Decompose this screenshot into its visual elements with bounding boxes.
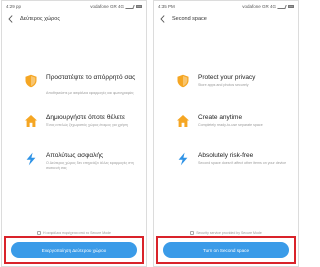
feature-description: Ο Δεύτερος χώρος δεν επηρεάζει άλλες εφα… xyxy=(46,161,134,170)
lightning-icon xyxy=(24,152,38,166)
top-bar: Second space xyxy=(154,12,298,25)
feature-description: Ένας εντελώς ξεχωριστός χώρος έτοιμος γι… xyxy=(46,123,128,127)
lightning-icon xyxy=(176,152,190,166)
battery-icon xyxy=(288,5,294,8)
top-bar: Δεύτερος χώρος xyxy=(2,12,146,25)
feature-description: Store apps and photos securely xyxy=(198,83,249,87)
home-icon xyxy=(176,114,190,128)
feature-create: Δημιουργήστε όποτε θέλετε Ένας εντελώς ξ… xyxy=(2,114,146,144)
feature-safe: Απολύτως ασφαλής Ο Δεύτερος χώρος δεν επ… xyxy=(2,152,146,182)
checkbox-icon[interactable] xyxy=(190,231,195,235)
feature-title: Absolutely risk-free xyxy=(198,152,254,159)
shield-icon xyxy=(24,74,38,88)
right-screen: 4:35 PM vodafone GR 4G Second space Prot… xyxy=(153,0,299,267)
checkbox-icon[interactable] xyxy=(37,231,42,235)
security-note-text: Η ασφάλεια παρέχεται από το Secure Mode xyxy=(43,231,111,235)
back-arrow-icon[interactable] xyxy=(159,14,166,23)
feature-description: Completely ready-to-use separate space xyxy=(198,123,263,127)
feature-safe: Absolutely risk-free Second space doesn'… xyxy=(154,152,298,182)
security-note-text: Security service provided by Secure Mode xyxy=(196,231,262,235)
turn-on-second-space-button[interactable]: Ενεργοποίηση Δεύτερου χώρου xyxy=(11,242,137,258)
status-time: 4:35 PM xyxy=(158,4,175,9)
turn-on-second-space-button[interactable]: Turn on Second space xyxy=(163,242,289,258)
feature-title: Δημιουργήστε όποτε θέλετε xyxy=(46,114,125,121)
carrier-label: vodafone GR 4G xyxy=(242,4,276,9)
shield-icon xyxy=(176,74,190,88)
signal-icon xyxy=(125,4,135,9)
feature-title: Create anytime xyxy=(198,114,243,121)
status-time: 4:29 pp xyxy=(6,4,22,9)
status-bar: 4:29 pp vodafone GR 4G xyxy=(2,1,146,12)
status-bar: 4:35 PM vodafone GR 4G xyxy=(154,1,298,12)
feature-title: Προστατέψτε το απόρρητό σας xyxy=(46,74,136,81)
home-icon xyxy=(24,114,38,128)
feature-title: Απολύτως ασφαλής xyxy=(46,152,104,159)
carrier-label: vodafone GR 4G xyxy=(90,4,124,9)
feature-privacy: Προστατέψτε το απόρρητό σας Αποθηκεύστε … xyxy=(2,74,146,104)
battery-icon xyxy=(136,5,142,8)
left-screen: 4:29 pp vodafone GR 4G Δεύτερος χώρος Πρ… xyxy=(1,0,147,267)
feature-title: Protect your privacy xyxy=(198,74,256,81)
page-title: Δεύτερος χώρος xyxy=(20,15,60,22)
feature-create: Create anytime Completely ready-to-use s… xyxy=(154,114,298,144)
feature-description: Αποθηκεύστε με ασφάλεια εφαρμογές και φω… xyxy=(46,91,134,95)
back-arrow-icon[interactable] xyxy=(7,14,14,23)
feature-description: Second space doesn't affect other items … xyxy=(198,161,287,165)
signal-icon xyxy=(277,4,287,9)
page-title: Second space xyxy=(172,15,207,22)
feature-privacy: Protect your privacy Store apps and phot… xyxy=(154,74,298,104)
